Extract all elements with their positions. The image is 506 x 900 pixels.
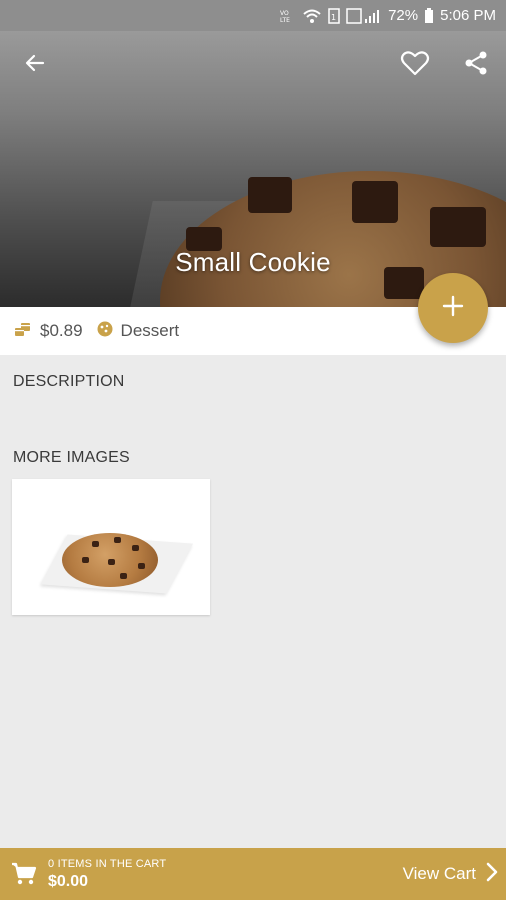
plus-icon: [442, 295, 464, 322]
thumb-chip: [82, 557, 89, 563]
cart-bar: 0 ITEMS IN THE CART $0.00 View Cart: [0, 848, 506, 900]
cart-icon: [8, 858, 40, 890]
hero-chip: [352, 181, 398, 223]
favorite-button[interactable]: [397, 47, 433, 83]
more-images-heading: MORE IMAGES: [13, 449, 130, 466]
status-time: 5:06 PM: [440, 7, 496, 24]
price-info: $0.89: [14, 321, 83, 342]
view-cart-label: View Cart: [402, 864, 476, 883]
thumb-chip: [138, 563, 145, 569]
view-cart-button[interactable]: View Cart: [403, 862, 498, 887]
product-title: Small Cookie: [175, 247, 331, 277]
cart-item-count: 0 ITEMS IN THE CART: [48, 857, 167, 870]
cookie-icon: [97, 321, 113, 342]
cart-total: $0.00: [48, 872, 89, 890]
svg-text:1: 1: [331, 13, 336, 22]
back-button[interactable]: [17, 47, 53, 83]
description-heading: DESCRIPTION: [13, 373, 125, 390]
heart-icon: [400, 49, 430, 82]
product-hero-image: Small Cookie: [0, 31, 506, 307]
add-to-cart-button[interactable]: [418, 273, 488, 343]
volte-icon: VO LTE: [280, 9, 296, 23]
coins-icon: [14, 321, 32, 342]
thumb-chip: [120, 573, 127, 579]
hero-chip: [248, 177, 292, 213]
share-button[interactable]: [458, 47, 494, 83]
svg-text:LTE: LTE: [280, 17, 290, 23]
thumb-chip: [132, 545, 139, 551]
product-price: $0.89: [40, 321, 83, 340]
wifi-icon: [302, 8, 322, 24]
product-category: Dessert: [120, 321, 180, 340]
cart-summary: 0 ITEMS IN THE CART $0.00: [48, 858, 166, 891]
thumb-chip: [108, 559, 115, 565]
signal-icon: [346, 7, 382, 24]
product-image-thumbnail[interactable]: [12, 479, 210, 615]
thumb-chip: [92, 541, 99, 547]
arrow-left-icon: [23, 51, 47, 80]
battery-icon: [424, 7, 434, 24]
sim-icon: 1: [328, 7, 340, 24]
thumb-chip: [114, 537, 121, 543]
svg-text:VO: VO: [280, 10, 289, 17]
share-icon: [464, 50, 488, 81]
hero-chip: [430, 207, 486, 247]
battery-percent: 72%: [388, 7, 419, 24]
category-info: Dessert: [97, 321, 180, 342]
status-bar: VO LTE 1 72% 5:06 PM: [0, 0, 506, 31]
chevron-right-icon: [486, 862, 498, 887]
